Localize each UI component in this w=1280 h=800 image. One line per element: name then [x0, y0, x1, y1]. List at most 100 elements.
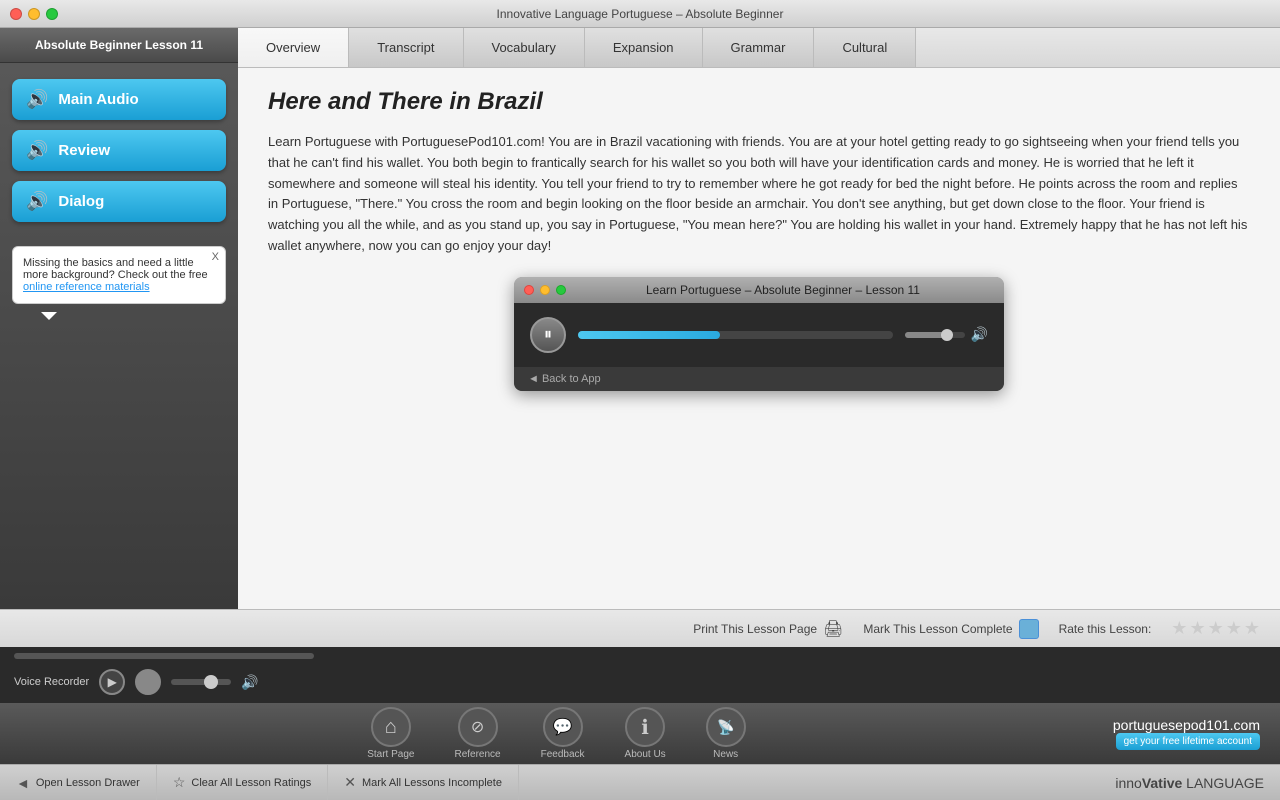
star-5[interactable]: ★: [1244, 618, 1260, 639]
tooltip-link[interactable]: online reference materials: [23, 281, 150, 293]
review-icon: 🔊: [26, 140, 48, 161]
x-icon: ✕: [344, 774, 356, 791]
content-body: Here and There in Brazil Learn Portugues…: [238, 68, 1280, 609]
nav-reference[interactable]: ⊘ Reference: [434, 703, 520, 764]
review-label: Review: [58, 142, 110, 159]
star-4[interactable]: ★: [1226, 618, 1242, 639]
volume-knob[interactable]: [941, 329, 953, 341]
reference-icon: ⊘: [458, 707, 498, 747]
star-clear-icon: ☆: [173, 774, 186, 791]
rec-volume-track[interactable]: [171, 679, 231, 685]
dialog-label: Dialog: [58, 193, 104, 210]
open-lesson-drawer-button[interactable]: ◄ Open Lesson Drawer: [0, 765, 157, 800]
volume-icon: 🔊: [971, 326, 988, 343]
main-area: Absolute Beginner Lesson 11 🔊 Main Audio…: [0, 28, 1280, 609]
title-bar: Innovative Language Portuguese – Absolut…: [0, 0, 1280, 28]
window-title: Innovative Language Portuguese – Absolut…: [497, 7, 784, 21]
main-audio-button[interactable]: 🔊 Main Audio: [12, 79, 226, 120]
tab-vocabulary[interactable]: Vocabulary: [464, 28, 585, 67]
play-pause-button[interactable]: ⏸: [530, 317, 566, 353]
ap-minimize[interactable]: [540, 285, 550, 295]
tab-overview[interactable]: Overview: [238, 28, 349, 67]
sidebar-buttons: 🔊 Main Audio 🔊 Review 🔊 Dialog: [0, 63, 238, 238]
complete-button[interactable]: Mark This Lesson Complete: [863, 619, 1038, 639]
nav-feedback-label: Feedback: [541, 749, 585, 760]
tab-bar: Overview Transcript Vocabulary Expansion…: [238, 28, 1280, 68]
record-play-button[interactable]: ▶: [99, 669, 125, 695]
nav-news[interactable]: 📡 News: [686, 703, 766, 764]
recorder-progress-track[interactable]: [14, 653, 314, 659]
ap-title: Learn Portuguese – Absolute Beginner – L…: [572, 283, 994, 297]
clear-ratings-button[interactable]: ☆ Clear All Lesson Ratings: [157, 765, 328, 800]
brand-inno: inno: [1115, 775, 1141, 791]
minimize-button[interactable]: [28, 8, 40, 20]
free-account-button[interactable]: get your free lifetime account: [1116, 733, 1260, 750]
print-button[interactable]: Print This Lesson Page 🖨: [693, 619, 843, 639]
ap-close[interactable]: [524, 285, 534, 295]
progress-fill: [578, 331, 720, 339]
nav-feedback[interactable]: 💬 Feedback: [521, 703, 605, 764]
nav-start-label: Start Page: [367, 749, 414, 760]
action-bar-brand: innoVative LANGUAGE: [1115, 775, 1280, 791]
nav-brand: portuguesepod101.com get your free lifet…: [1113, 717, 1260, 750]
tooltip-arrow: [41, 312, 57, 320]
recorder-bar: [0, 647, 1280, 665]
nav-items: ⌂ Start Page ⊘ Reference 💬 Feedback ℹ Ab…: [0, 703, 1113, 764]
sidebar-title: Absolute Beginner Lesson 11: [0, 28, 238, 63]
bottom-toolbar: Print This Lesson Page 🖨 Mark This Lesso…: [0, 609, 1280, 647]
tooltip-close[interactable]: X: [212, 251, 219, 263]
feedback-icon: 💬: [543, 707, 583, 747]
info-icon: ℹ: [625, 707, 665, 747]
lesson-body: Learn Portuguese with PortuguesePod101.c…: [268, 132, 1250, 257]
main-audio-label: Main Audio: [58, 91, 138, 108]
dialog-button[interactable]: 🔊 Dialog: [12, 181, 226, 222]
action-bar: ◄ Open Lesson Drawer ☆ Clear All Lesson …: [0, 764, 1280, 800]
sidebar: Absolute Beginner Lesson 11 🔊 Main Audio…: [0, 28, 238, 609]
bottom-section: Print This Lesson Page 🖨 Mark This Lesso…: [0, 609, 1280, 800]
nav-start-page[interactable]: ⌂ Start Page: [347, 703, 434, 764]
rate-label: Rate this Lesson:: [1059, 622, 1152, 636]
complete-checkbox[interactable]: [1019, 619, 1039, 639]
nav-reference-label: Reference: [454, 749, 500, 760]
drawer-icon: ◄: [16, 775, 30, 791]
tab-transcript[interactable]: Transcript: [349, 28, 463, 67]
rec-speaker-icon: 🔊: [241, 674, 258, 691]
back-to-app-button[interactable]: ◄ Back to App: [514, 367, 1004, 391]
ap-maximize[interactable]: [556, 285, 566, 295]
star-1[interactable]: ★: [1171, 618, 1187, 639]
dialog-icon: 🔊: [26, 191, 48, 212]
print-label: Print This Lesson Page: [693, 622, 817, 636]
brand-vative: Vative: [1142, 775, 1182, 791]
star-3[interactable]: ★: [1208, 618, 1224, 639]
brand-url: portuguesepod101.com: [1113, 717, 1260, 733]
printer-icon: 🖨: [823, 619, 843, 639]
audio-player: Learn Portuguese – Absolute Beginner – L…: [514, 277, 1004, 391]
open-drawer-label: Open Lesson Drawer: [36, 777, 140, 789]
star-2[interactable]: ★: [1189, 618, 1205, 639]
review-button[interactable]: 🔊 Review: [12, 130, 226, 171]
progress-track[interactable]: [578, 331, 893, 339]
brand-language: LANGUAGE: [1182, 775, 1264, 791]
audio-icon: 🔊: [26, 89, 48, 110]
tab-cultural[interactable]: Cultural: [814, 28, 916, 67]
audio-controls: ⏸ 🔊: [514, 303, 1004, 367]
volume-track[interactable]: [905, 332, 965, 338]
mark-incomplete-button[interactable]: ✕ Mark All Lessons Incomplete: [328, 765, 519, 800]
maximize-button[interactable]: [46, 8, 58, 20]
home-icon: ⌂: [371, 707, 411, 747]
nav-news-label: News: [713, 749, 738, 760]
audio-player-title-bar: Learn Portuguese – Absolute Beginner – L…: [514, 277, 1004, 303]
star-rating[interactable]: ★ ★ ★ ★ ★: [1171, 618, 1260, 639]
tooltip-box: X Missing the basics and need a little m…: [12, 246, 226, 304]
tab-grammar[interactable]: Grammar: [703, 28, 815, 67]
tab-expansion[interactable]: Expansion: [585, 28, 703, 67]
voice-recorder-area: Voice Recorder ▶ 🔊: [0, 665, 1280, 703]
clear-ratings-label: Clear All Lesson Ratings: [191, 777, 311, 789]
nav-about-us[interactable]: ℹ About Us: [605, 703, 686, 764]
record-stop-button[interactable]: [135, 669, 161, 695]
audio-player-wrapper: Learn Portuguese – Absolute Beginner – L…: [268, 277, 1250, 391]
close-button[interactable]: [10, 8, 22, 20]
app-container: Absolute Beginner Lesson 11 🔊 Main Audio…: [0, 28, 1280, 800]
lesson-title: Here and There in Brazil: [268, 88, 1250, 116]
nav-about-label: About Us: [625, 749, 666, 760]
